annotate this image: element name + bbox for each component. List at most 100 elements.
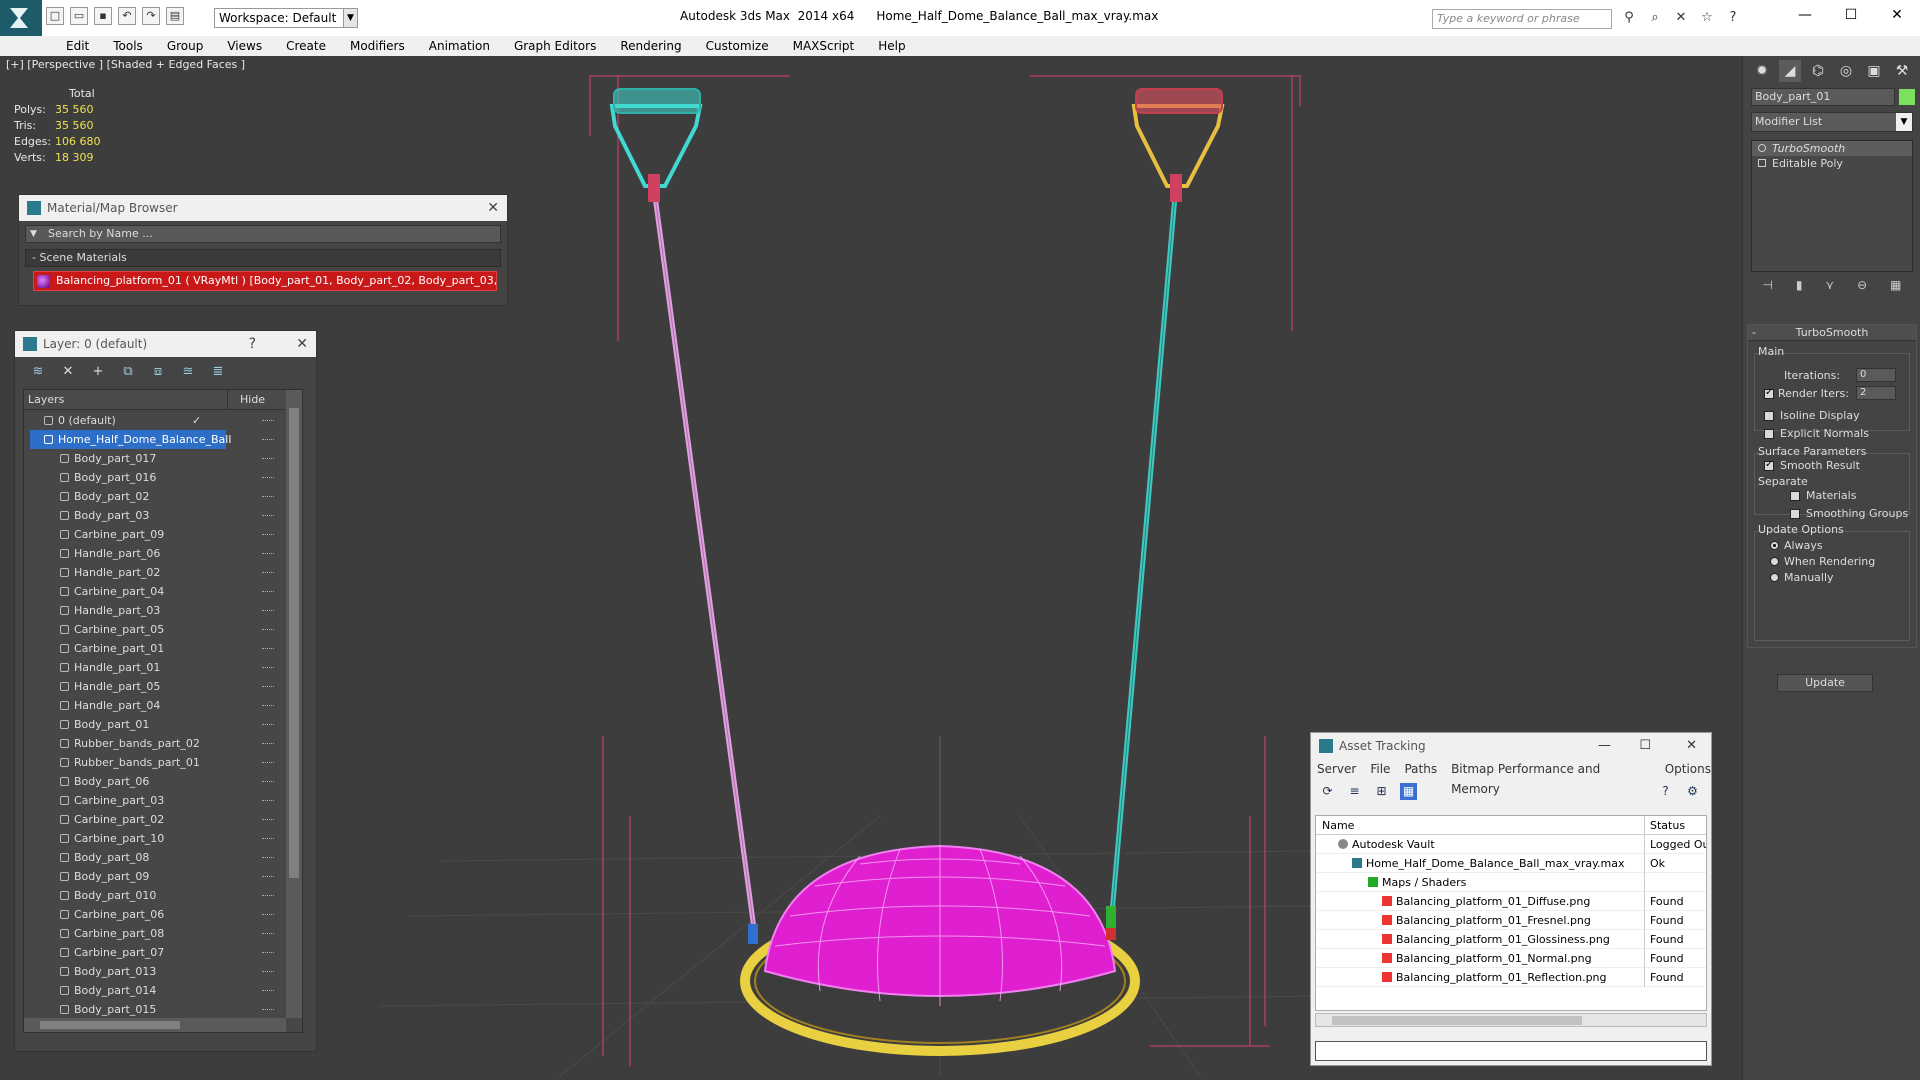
material-browser-header[interactable]: Material/Map Browser ✕	[19, 195, 507, 221]
redo-icon[interactable]: ↷	[142, 7, 160, 25]
object-row[interactable]: Body_part_013	[24, 962, 286, 981]
menu-views[interactable]: Views	[215, 36, 274, 56]
hide-toggle[interactable]	[262, 458, 274, 459]
vertical-scrollbar[interactable]	[286, 390, 302, 1018]
hide-toggle[interactable]	[262, 477, 274, 478]
close-icon[interactable]: ✕	[296, 331, 308, 357]
configure-sets-icon[interactable]: ▦	[1890, 278, 1901, 298]
explicit-normals-checkbox[interactable]	[1764, 429, 1774, 439]
object-row[interactable]: Handle_part_03	[24, 601, 286, 620]
object-row[interactable]: Body_part_014	[24, 981, 286, 1000]
update-button[interactable]: Update	[1777, 674, 1873, 692]
save-file-icon[interactable]: ▪	[94, 7, 112, 25]
stack-item-editable-poly[interactable]: Editable Poly	[1752, 156, 1912, 171]
asset-menu-server[interactable]: Server	[1317, 759, 1356, 779]
hide-toggle[interactable]	[262, 952, 274, 953]
hide-toggle[interactable]	[262, 838, 274, 839]
maximize-button[interactable]: ☐	[1828, 0, 1874, 32]
rollout-header[interactable]: - TurboSmooth	[1748, 325, 1916, 341]
hide-toggle[interactable]	[262, 705, 274, 706]
hide-toggle[interactable]	[262, 895, 274, 896]
render-iters-spinner[interactable]: 2	[1856, 386, 1896, 400]
asset-menu-bitmap-performance[interactable]: Bitmap Performance and Memory	[1451, 759, 1651, 796]
hide-toggle[interactable]	[262, 876, 274, 877]
favorites-star-icon[interactable]: ☆	[1698, 9, 1716, 27]
hide-toggle[interactable]	[262, 553, 274, 554]
menu-customize[interactable]: Customize	[694, 36, 781, 56]
column-name[interactable]: Name	[1322, 816, 1354, 835]
hide-toggle[interactable]	[262, 686, 274, 687]
open-file-icon[interactable]: ▭	[70, 7, 88, 25]
close-button[interactable]: ✕	[1874, 0, 1920, 32]
maximize-icon[interactable]: ☐	[1639, 733, 1651, 759]
object-row[interactable]: Body_part_02	[24, 487, 286, 506]
set-current-layer-icon[interactable]: ≊	[179, 363, 197, 381]
hide-toggle[interactable]	[262, 971, 274, 972]
layers-stack-icon[interactable]: ≋	[29, 363, 47, 381]
select-layer-icon[interactable]: ⧈	[149, 363, 167, 381]
select-objects-icon[interactable]: ⧉	[119, 363, 137, 381]
menu-modifiers[interactable]: Modifiers	[338, 36, 417, 56]
asset-menu-options[interactable]: Options	[1665, 759, 1711, 779]
hide-toggle[interactable]	[262, 933, 274, 934]
menu-tools[interactable]: Tools	[101, 36, 155, 56]
asset-row[interactable]: Balancing_platform_01_Normal.png Found	[1316, 949, 1706, 968]
hide-toggle[interactable]	[262, 724, 274, 725]
iterations-spinner[interactable]: 0	[1856, 368, 1896, 382]
object-row[interactable]: Handle_part_05	[24, 677, 286, 696]
object-row[interactable]: Carbine_part_03	[24, 791, 286, 810]
object-row[interactable]: Body_part_016	[24, 468, 286, 487]
minimize-icon[interactable]: —	[1598, 733, 1611, 759]
menu-animation[interactable]: Animation	[417, 36, 502, 56]
object-row[interactable]: Carbine_part_01	[24, 639, 286, 658]
binoculars-icon[interactable]: ⚲	[1620, 9, 1638, 27]
asset-row[interactable]: Home_Half_Dome_Balance_Ball_max_vray.max…	[1316, 854, 1706, 873]
object-row[interactable]: Carbine_part_05	[24, 620, 286, 639]
tree-view-icon[interactable]: ⊞	[1373, 783, 1390, 800]
horizontal-scrollbar[interactable]	[1315, 1013, 1707, 1027]
show-end-result-icon[interactable]: ▮	[1796, 278, 1803, 298]
object-row[interactable]: Carbine_part_07	[24, 943, 286, 962]
asset-path-field[interactable]	[1315, 1041, 1707, 1061]
separate-smoothing-groups-checkbox[interactable]	[1790, 509, 1800, 519]
material-entry[interactable]: Balancing_platform_01 ( VRayMtl ) [Body_…	[33, 271, 497, 291]
update-always-radio[interactable]	[1770, 541, 1779, 550]
undo-icon[interactable]: ↶	[118, 7, 136, 25]
isoline-display-checkbox[interactable]	[1764, 411, 1774, 421]
smooth-result-checkbox[interactable]	[1764, 459, 1774, 471]
column-layers[interactable]: Layers	[24, 390, 228, 409]
close-icon[interactable]: ✕	[1686, 733, 1697, 759]
hide-toggle[interactable]	[262, 534, 274, 535]
help-icon[interactable]: ?	[1657, 783, 1674, 800]
horizontal-scrollbar[interactable]	[24, 1018, 286, 1032]
scrollbar-thumb[interactable]	[1332, 1016, 1582, 1025]
make-unique-icon[interactable]: ⋎	[1825, 278, 1834, 298]
menu-edit[interactable]: Edit	[54, 36, 101, 56]
hide-toggle[interactable]	[262, 496, 274, 497]
object-row[interactable]: Carbine_part_06	[24, 905, 286, 924]
list-view-icon[interactable]: ≡	[1346, 783, 1363, 800]
object-name-field[interactable]: Body_part_01	[1751, 88, 1895, 106]
utilities-tab-icon[interactable]: ⚒	[1891, 60, 1913, 82]
layer-options-icon[interactable]: ≣	[209, 363, 227, 381]
asset-menu-paths[interactable]: Paths	[1404, 759, 1437, 779]
help-icon[interactable]: ?	[1724, 9, 1742, 27]
hide-toggle[interactable]	[262, 800, 274, 801]
stack-item-turbosmooth[interactable]: TurboSmooth	[1752, 141, 1912, 156]
object-row[interactable]: Carbine_part_04	[24, 582, 286, 601]
viewport-label[interactable]: [+] [Perspective ] [Shaded + Edged Faces…	[6, 58, 245, 71]
object-row[interactable]: Handle_part_01	[24, 658, 286, 677]
hide-toggle[interactable]	[262, 420, 274, 421]
lightbulb-icon[interactable]	[1758, 144, 1766, 152]
column-hide[interactable]: Hide	[228, 390, 268, 409]
object-row[interactable]: Rubber_bands_part_02	[24, 734, 286, 753]
table-view-icon[interactable]: ▦	[1400, 783, 1417, 800]
object-row[interactable]: Body_part_017	[24, 449, 286, 468]
asset-row[interactable]: Balancing_platform_01_Reflection.png Foun…	[1316, 968, 1706, 987]
remove-modifier-icon[interactable]: ⊖	[1857, 278, 1867, 298]
object-row[interactable]: Body_part_08	[24, 848, 286, 867]
hide-toggle[interactable]	[262, 762, 274, 763]
update-manually-radio[interactable]	[1770, 573, 1779, 582]
object-color-swatch[interactable]	[1899, 89, 1915, 105]
menu-group[interactable]: Group	[155, 36, 216, 56]
